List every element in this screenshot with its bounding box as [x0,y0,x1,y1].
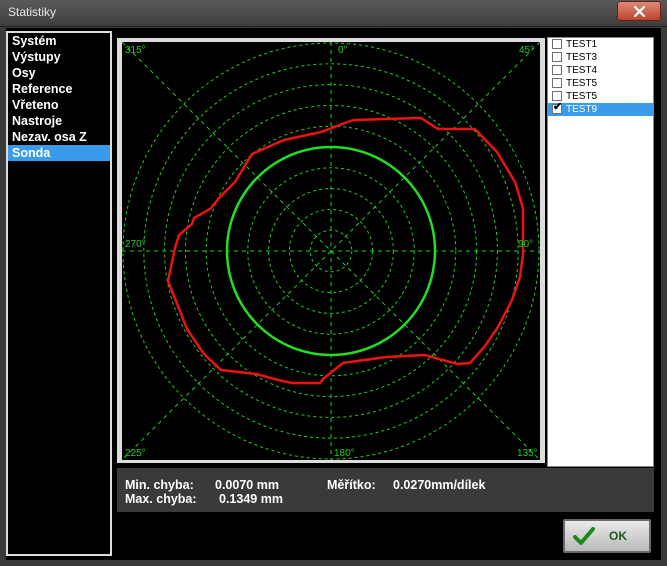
angle-label-45: 45° [519,45,534,56]
test-checkbox[interactable] [552,91,562,101]
test-item-label: TEST1 [566,39,598,50]
test-checkbox[interactable] [552,65,562,75]
angle-label-225: 225° [125,448,146,459]
nav-item-reference[interactable]: Reference [8,81,110,97]
close-button[interactable] [617,1,661,21]
scale-value: 0.0270mm/dílek [393,478,486,492]
max-error-value: 0.1349 mm [219,492,283,506]
test-checkbox[interactable] [552,39,562,49]
ok-label: OK [609,529,627,543]
checkmark-icon: ✔ [553,101,563,113]
test-item-6[interactable]: ✔ TEST9 [548,101,653,116]
angle-label-90: 90° [518,239,533,250]
test-checkbox[interactable] [552,78,562,88]
window-title: Statistiky [8,5,57,19]
angle-label-180: 180° [334,448,355,459]
angle-label-135: 135° [517,448,538,459]
test-list: TEST1 TEST3 TEST4 TEST5 TEST5 ✔ TEST9 [547,37,654,467]
category-list: Systém Výstupy Osy Reference Vřeteno Nas… [6,31,112,556]
angle-label-315: 315° [125,45,146,56]
close-icon [633,5,645,17]
ok-button[interactable]: OK [563,519,651,553]
title-bar: Statistiky [0,0,667,27]
angle-label-0: 0° [338,45,348,56]
test-item-1[interactable]: TEST1 [548,38,653,51]
nav-item-outputs[interactable]: Výstupy [8,49,110,65]
test-item-label: TEST9 [566,104,598,115]
max-error-label: Max. chyba: [125,492,197,506]
test-item-4[interactable]: TEST5 [548,77,653,90]
scale-label: Měřítko: [327,478,376,492]
test-checkbox[interactable]: ✔ [552,101,563,114]
polar-plot-canvas: 315° 0° 45° 270° 90° 225° 180° 135° [122,42,540,460]
test-item-label: TEST5 [566,78,598,89]
nav-item-independent-axis-z[interactable]: Nezav. osa Z [8,129,110,145]
nav-item-system[interactable]: Systém [8,33,110,49]
test-item-label: TEST3 [566,52,598,63]
test-item-5[interactable]: TEST5 [548,90,653,103]
test-item-3[interactable]: TEST4 [548,64,653,77]
nav-item-probe[interactable]: Sonda [8,145,110,161]
test-item-label: TEST5 [566,91,598,102]
angle-label-270: 270° [125,239,146,250]
statistics-panel: Min. chyba: 0.0070 mm Max. chyba: 0.1349… [117,468,654,512]
polar-plot: 315° 0° 45° 270° 90° 225° 180° 135° [122,42,540,460]
test-checkbox[interactable] [552,52,562,62]
min-error-value: 0.0070 mm [215,478,279,492]
nav-item-tools[interactable]: Nastroje [8,113,110,129]
test-item-label: TEST4 [566,65,598,76]
nav-item-axes[interactable]: Osy [8,65,110,81]
nav-item-spindle[interactable]: Vřeteno [8,97,110,113]
test-item-2[interactable]: TEST3 [548,51,653,64]
checkmark-icon [573,527,595,545]
statistiky-window: Statistiky Systém Výstupy Osy Reference … [0,0,667,566]
min-error-label: Min. chyba: [125,478,194,492]
